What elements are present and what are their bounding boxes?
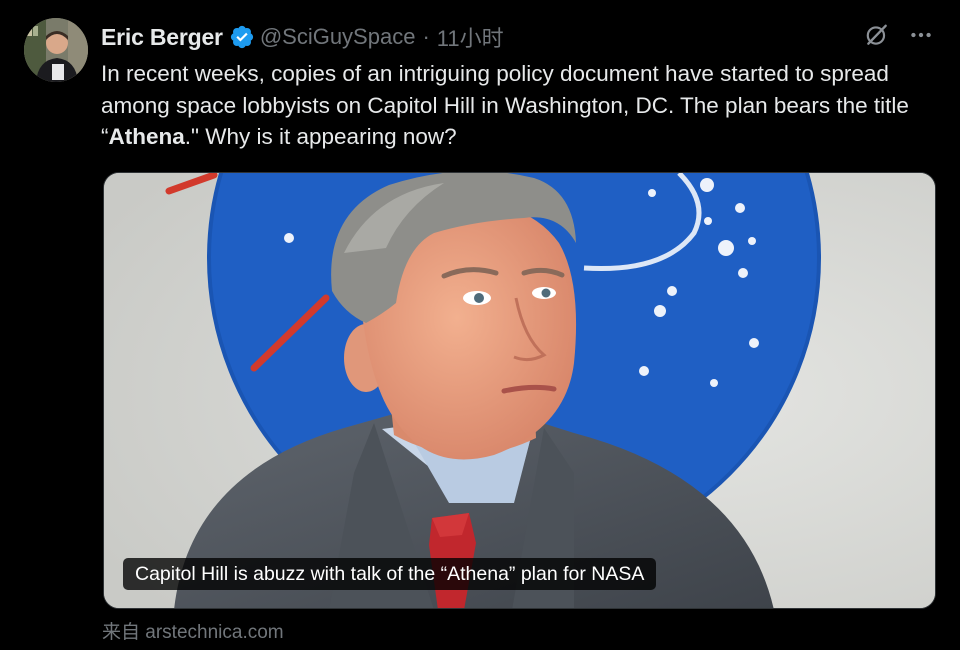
more-icon[interactable] <box>908 22 934 48</box>
avatar-image <box>24 18 88 82</box>
tweet[interactable]: Eric Berger @SciGuySpace · 11小时 In recen… <box>0 0 960 650</box>
tweet-actions <box>864 22 934 48</box>
link-card[interactable]: Capitol Hill is abuzz with talk of the “… <box>103 172 936 609</box>
tweet-text-end: ." Why is it appearing now? <box>184 124 457 149</box>
tweet-text: In recent weeks, copies of an intriguing… <box>101 58 931 153</box>
verified-badge-icon[interactable] <box>229 24 255 50</box>
tweet-text-bold: Athena <box>108 124 185 149</box>
timestamp[interactable]: 11小时 <box>437 21 504 53</box>
display-name[interactable]: Eric Berger <box>101 24 223 51</box>
avatar[interactable] <box>24 18 88 82</box>
card-caption: Capitol Hill is abuzz with talk of the “… <box>123 558 657 590</box>
separator-dot: · <box>422 24 430 49</box>
grok-icon[interactable] <box>864 22 890 48</box>
tweet-header: Eric Berger @SciGuySpace · 11小时 <box>101 22 504 52</box>
article-photo <box>104 173 935 608</box>
card-source[interactable]: 来自 arstechnica.com <box>102 617 284 644</box>
handle[interactable]: @SciGuySpace <box>260 24 416 50</box>
